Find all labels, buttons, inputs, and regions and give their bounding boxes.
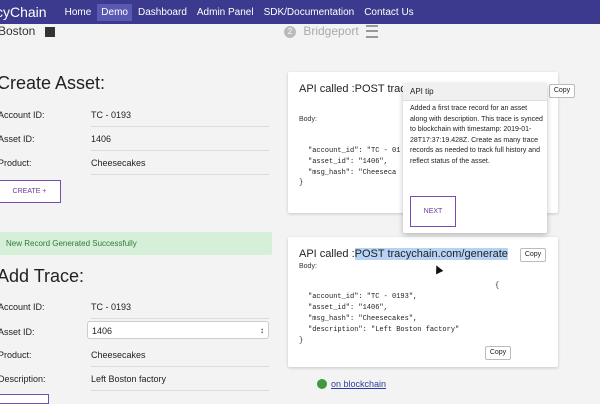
api-card-generate-code-open: { bbox=[495, 282, 500, 290]
trace-product-input[interactable]: Cheesecakes bbox=[91, 350, 269, 367]
asset-id-input[interactable]: 1406 bbox=[91, 134, 269, 151]
asset-id-label: Asset ID: bbox=[0, 134, 35, 144]
api-card-create-title: API called :POST tracy bbox=[299, 83, 412, 95]
copy-body-button[interactable]: Copy bbox=[485, 346, 511, 360]
api-card-create-code: "account_id": "TC - 01 "asset_id": "1406… bbox=[308, 147, 401, 177]
nav-contact-us[interactable]: Contact Us bbox=[360, 4, 417, 21]
api-card-generate-body-label: Body: bbox=[299, 263, 317, 270]
api-card-generate: API called :POST tracychain.com/generate… bbox=[288, 237, 558, 367]
api-card-generate-code-close: } bbox=[299, 337, 304, 345]
create-asset-id-row: Asset ID: 1406 bbox=[0, 130, 270, 154]
api-tip-popover: API tip Added a first trace record for a… bbox=[403, 83, 547, 233]
api-card-create-body-label: Body: bbox=[299, 116, 317, 123]
api-tip-body: Added a first trace record for an asset … bbox=[410, 105, 543, 165]
create-asset-title: Create Asset: bbox=[0, 73, 106, 93]
trace-description-input[interactable]: Left Boston factory bbox=[91, 374, 269, 391]
create-product-row: Product: Cheesecakes bbox=[0, 154, 270, 178]
success-alert: New Record Generated Successfully bbox=[0, 232, 272, 255]
location-origin-label: Boston bbox=[0, 24, 36, 38]
trace-account-id-label: Account ID: bbox=[0, 302, 45, 312]
create-account-id-row: Account ID: TC - 0193 bbox=[0, 106, 270, 130]
add-trace-button[interactable] bbox=[0, 394, 49, 404]
product-label: Product: bbox=[0, 158, 32, 168]
nav-dashboard[interactable]: Dashboard bbox=[134, 4, 191, 21]
account-id-label: Account ID: bbox=[0, 110, 45, 120]
location-destination-label: Bridgeport bbox=[303, 24, 359, 38]
status-dot-icon bbox=[317, 379, 327, 389]
trace-asset-id-label: Asset ID: bbox=[0, 327, 35, 337]
factory-icon bbox=[44, 26, 55, 37]
nav-demo[interactable]: Demo bbox=[97, 3, 132, 21]
add-trace-title: Add Trace: bbox=[0, 266, 85, 286]
trace-asset-id-value: 1406 bbox=[92, 326, 113, 336]
nav-home[interactable]: Home bbox=[61, 4, 96, 21]
product-input[interactable]: Cheesecakes bbox=[91, 158, 269, 175]
trace-account-id-input[interactable]: TC - 0193 bbox=[91, 302, 269, 319]
trace-product-row: Product: Cheesecakes bbox=[0, 346, 270, 370]
location-destination: 2 Bridgeport bbox=[284, 24, 379, 39]
api-card-create-code-close: } bbox=[299, 179, 304, 187]
api-card-generate-title: API called :POST tracychain.com/generate bbox=[299, 248, 508, 260]
create-button[interactable]: CREATE + bbox=[0, 180, 61, 203]
warehouse-icon bbox=[366, 25, 379, 39]
account-id-input[interactable]: TC - 0193 bbox=[91, 110, 269, 127]
copy-button[interactable]: Copy bbox=[549, 84, 575, 98]
trace-description-label: Description: bbox=[0, 374, 46, 384]
select-updown-icon: ↕ bbox=[260, 326, 264, 335]
api-card-generate-code: "account_id": "TC - 0193", "asset_id": "… bbox=[308, 293, 460, 334]
nav-sdk-docs[interactable]: SDK/Documentation bbox=[260, 4, 359, 21]
trace-asset-id-row: Asset ID: 1406 ↕ bbox=[0, 321, 270, 347]
top-navbar: cyChain Home Demo Dashboard Admin Panel … bbox=[0, 0, 600, 24]
api-endpoint-highlight: POST tracychain.com/generate bbox=[354, 248, 508, 260]
trace-product-label: Product: bbox=[0, 350, 32, 360]
step-number-badge: 2 bbox=[284, 25, 296, 38]
trace-asset-id-select[interactable]: 1406 ↕ bbox=[87, 321, 269, 339]
blockchain-link[interactable]: on blockchain bbox=[331, 379, 386, 389]
trace-account-id-row: Account ID: TC - 0193 bbox=[0, 298, 270, 322]
api-card-generate-title-prefix: API called : bbox=[299, 248, 355, 260]
tip-next-button[interactable]: NEXT bbox=[410, 196, 456, 227]
nav-admin-panel[interactable]: Admin Panel bbox=[193, 4, 258, 21]
location-origin: Boston bbox=[0, 24, 55, 38]
copy-button[interactable]: Copy bbox=[520, 248, 546, 262]
brand-logo[interactable]: cyChain bbox=[0, 4, 47, 20]
api-tip-title: API tip bbox=[403, 83, 547, 101]
trace-description-row: Description: Left Boston factory bbox=[0, 370, 270, 394]
